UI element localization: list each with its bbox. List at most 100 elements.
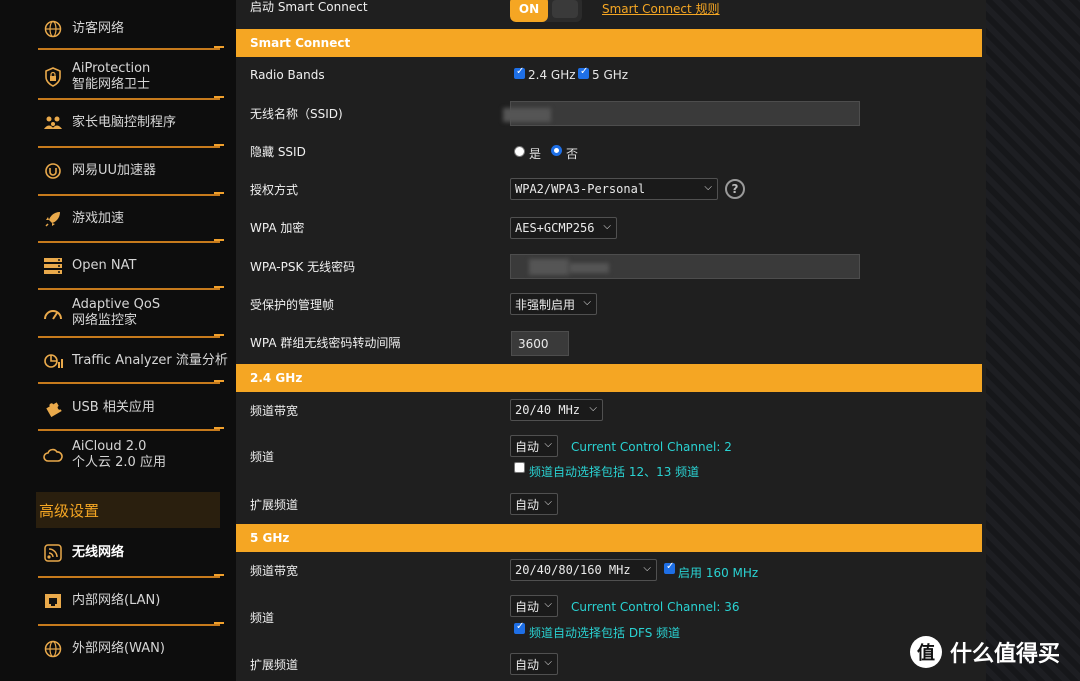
band24-ext-channel-label: 扩展频道 (250, 498, 299, 512)
watermark: 值 什么值得买 (910, 636, 1060, 668)
sidebar-item-label: 外部网络(WAN) (72, 641, 165, 656)
sidebar-item-label: Adaptive QoS (72, 297, 161, 312)
sidebar-item-aicloud[interactable]: AiCloud 2.0 个人云 2.0 应用 (38, 438, 222, 472)
sidebar-item-uu-accelerator[interactable]: 网易UU加速器 (38, 158, 222, 184)
auth-method-select[interactable]: WPA2/WPA3-Personal ⌵ (510, 178, 718, 200)
rocket-icon (42, 208, 64, 230)
band5-bandwidth-value: 20/40/80/160 MHz (515, 563, 631, 577)
band-5-checkbox[interactable] (578, 66, 589, 79)
band24-ext-channel-value: 自动 (515, 497, 540, 512)
sidebar-item-wan[interactable]: 外部网络(WAN) (38, 636, 222, 662)
band24-bandwidth-label: 频道带宽 (250, 404, 299, 418)
section-title: 5 GHz (250, 531, 290, 545)
band24-auto-include-label: 频道自动选择包括 12、13 频道 (529, 465, 700, 479)
uu-accelerator-icon (42, 160, 64, 182)
band5-channel-label: 频道 (250, 611, 275, 625)
family-icon (42, 112, 64, 134)
chevron-down-icon: ⌵ (544, 599, 552, 610)
sidebar-item-open-nat[interactable]: Open NAT (38, 253, 222, 279)
sidebar-item-game-boost[interactable]: 游戏加速 (38, 206, 222, 232)
divider (38, 96, 224, 100)
section-header-5ghz: 5 GHz (236, 524, 982, 552)
sidebar-item-label: AiCloud 2.0 (72, 439, 147, 454)
band24-channel-select[interactable]: 自动 ⌵ (510, 435, 558, 457)
chevron-down-icon: ⌵ (583, 297, 591, 308)
group-rekey-input[interactable]: 3600 (511, 331, 569, 356)
chevron-down-icon: ⌵ (544, 497, 552, 508)
chevron-down-icon: ⌵ (589, 403, 597, 414)
sidebar-item-adaptive-qos[interactable]: Adaptive QoS 网络监控家 (38, 296, 222, 330)
sidebar-item-label: 访客网络 (72, 21, 125, 36)
speedometer-icon (42, 302, 64, 324)
shield-lock-icon (42, 66, 64, 88)
sidebar-item-traffic-analyzer[interactable]: Traffic Analyzer 流量分析 (38, 348, 228, 374)
sidebar-item-parental-control[interactable]: 家长电脑控制程序 (38, 110, 222, 136)
smart-connect-rule-link[interactable]: Smart Connect 规则 (602, 0, 720, 17)
band-24-checkbox[interactable] (514, 66, 525, 79)
pmf-select[interactable]: 非强制启用 ⌵ (510, 293, 597, 315)
sidebar-item-aiprotection[interactable]: AiProtection 智能网络卫士 (38, 60, 222, 94)
cloud-icon (42, 444, 64, 466)
divider (38, 46, 224, 50)
band24-ext-channel-select[interactable]: 自动 ⌵ (510, 493, 558, 515)
divider (38, 427, 224, 431)
band24-bandwidth-select[interactable]: 20/40 MHz ⌵ (510, 399, 603, 421)
wpa-encryption-label: WPA 加密 (250, 221, 305, 235)
band5-ext-channel-select[interactable]: 自动 ⌵ (510, 653, 558, 675)
sidebar-item-label: Open NAT (72, 258, 137, 273)
divider (38, 334, 224, 338)
smart-connect-toggle[interactable]: ON (510, 0, 582, 22)
advanced-settings-header: 高级设置 (36, 492, 220, 528)
band24-current-channel: Current Control Channel: 2 (571, 440, 732, 454)
sidebar-item-label: USB 相关应用 (72, 400, 155, 415)
divider (38, 144, 224, 148)
chevron-down-icon: ⌵ (704, 182, 712, 193)
sidebar: 访客网络 AiProtection 智能网络卫士 家长电脑控制程序 网易UU加速… (0, 0, 236, 681)
band5-auto-include-label: 频道自动选择包括 DFS 频道 (529, 626, 681, 640)
globe-icon (42, 18, 64, 40)
band5-channel-value: 自动 (515, 599, 540, 614)
wpa-encryption-select[interactable]: AES+GCMP256 ⌵ (510, 217, 617, 239)
wireless-settings-panel: 启动 Smart Connect ON Smart Connect 规则 Sma… (236, 0, 986, 681)
wpa-psk-input[interactable] (510, 254, 860, 279)
help-icon[interactable]: ? (725, 179, 745, 199)
sidebar-item-sublabel: 智能网络卫士 (72, 77, 151, 92)
sidebar-item-wireless[interactable]: 无线网络 (38, 540, 222, 566)
hide-ssid-no-label: 否 (566, 147, 579, 161)
sidebar-item-guest-network[interactable]: 访客网络 (38, 16, 222, 42)
sidebar-item-label: 内部网络(LAN) (72, 593, 161, 608)
sidebar-item-label: 游戏加速 (72, 211, 125, 226)
hide-ssid-yes-radio[interactable] (514, 146, 525, 157)
auth-method-value: WPA2/WPA3-Personal (515, 182, 646, 196)
auth-method-label: 授权方式 (250, 183, 299, 197)
band5-enable-160-checkbox[interactable] (664, 561, 675, 574)
band5-current-channel: Current Control Channel: 36 (571, 600, 740, 614)
wan-globe-icon (42, 638, 64, 660)
lan-icon (42, 590, 64, 612)
band5-bandwidth-select[interactable]: 20/40/80/160 MHz ⌵ (510, 559, 657, 581)
hide-ssid-no-radio[interactable] (551, 145, 562, 156)
wireless-icon (42, 542, 64, 564)
sidebar-item-lan[interactable]: 内部网络(LAN) (38, 588, 222, 614)
sidebar-item-usb-apps[interactable]: USB 相关应用 (38, 395, 222, 421)
band5-channel-select[interactable]: 自动 ⌵ (510, 595, 558, 617)
band5-auto-include-checkbox[interactable] (514, 621, 525, 634)
chevron-down-icon: ⌵ (544, 439, 552, 450)
pmf-value: 非强制启用 (515, 297, 576, 312)
redacted-mask (569, 263, 609, 273)
band-24-label: 2.4 GHz (528, 68, 576, 82)
chevron-down-icon: ⌵ (603, 221, 611, 232)
band5-enable-160-label: 启用 160 MHz (678, 566, 759, 580)
redacted-mask (529, 259, 569, 275)
divider (38, 286, 224, 290)
toggle-knob (552, 0, 578, 18)
section-header-smart-connect: Smart Connect (236, 29, 982, 57)
band24-auto-include-checkbox[interactable] (514, 462, 525, 473)
toggle-on-text: ON (518, 2, 540, 16)
band24-channel-value: 自动 (515, 439, 540, 454)
divider (38, 622, 224, 626)
section-header-24ghz: 2.4 GHz (236, 364, 982, 392)
band5-ext-channel-label: 扩展频道 (250, 658, 299, 672)
group-rekey-label: WPA 群组无线密码转动间隔 (250, 336, 401, 350)
ssid-input[interactable] (503, 101, 860, 126)
